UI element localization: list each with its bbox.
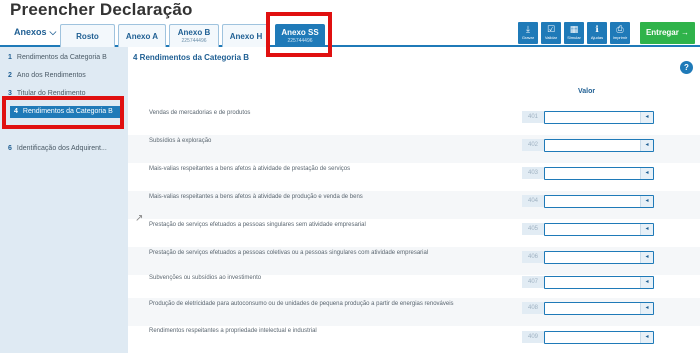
row-code: 403	[522, 167, 544, 179]
value-input[interactable]: ◂	[544, 195, 654, 208]
sidebar-item-rendimentos-b[interactable]: 1 Rendimentos da Categoria B	[8, 54, 126, 61]
calculator-icon: ▦	[569, 24, 579, 34]
sidebar-item-number: 2	[8, 72, 12, 79]
tab-nif: 225744496	[287, 38, 313, 44]
row-code: 407	[522, 276, 544, 288]
print-icon: ⎙	[616, 24, 624, 34]
button-label: Simular	[567, 35, 581, 40]
value-input[interactable]: ◂	[544, 223, 654, 236]
value-input[interactable]: ◂	[544, 251, 654, 264]
value-spinner-icon[interactable]: ◂	[640, 277, 653, 288]
ajudas-button[interactable]: ℹ Ajudas	[587, 22, 607, 44]
entregar-button[interactable]: Entregar →	[640, 22, 695, 44]
sidebar-item-label: Titular do Rendimento	[16, 90, 86, 97]
tab-label: Rosto	[76, 32, 99, 41]
table-row: Vendas de mercadorias e de produtos 401 …	[128, 107, 700, 135]
table-row: Mais-valias respeitantes a bens afetos à…	[128, 163, 700, 191]
sidebar-item-titular[interactable]: 3 Titular do Rendimento	[8, 90, 126, 97]
tab-bar: Anexos ⌵ Rosto Anexo A Anexo B 225744496 …	[0, 19, 700, 47]
row-label: Prestação de serviços efetuados a pessoa…	[149, 222, 366, 228]
value-input[interactable]: ◂	[544, 167, 654, 180]
sidebar-item-label: Rendimentos da Categoria B	[16, 54, 107, 61]
chevron-down-icon: ⌵	[49, 27, 57, 37]
check-icon: ☑	[546, 24, 556, 34]
sidebar-item-number: 1	[8, 54, 12, 61]
row-label: Produção de eletricidade para autoconsum…	[149, 301, 454, 307]
sidebar-item-number: 3	[8, 90, 12, 97]
tab-label: Anexo H	[229, 32, 263, 41]
button-label: Gravar	[521, 35, 535, 40]
row-label: Prestação de serviços efetuados a pessoa…	[149, 250, 429, 256]
value-spinner-icon[interactable]: ◂	[640, 332, 653, 343]
table-row: Subsídios à exploração 402 ◂	[128, 135, 700, 163]
tab-anexo-b[interactable]: Anexo B 225744496	[169, 24, 219, 47]
sidebar-item-ano[interactable]: 2 Ano dos Rendimentos	[8, 72, 126, 79]
help-icon[interactable]: ?	[680, 61, 693, 74]
row-code: 408	[522, 302, 544, 314]
imprimir-button[interactable]: ⎙ Imprimir	[610, 22, 630, 44]
row-label: Subsídios à exploração	[149, 138, 212, 144]
row-label: Rendimentos respeitantes a propriedade i…	[149, 328, 317, 334]
value-input[interactable]: ◂	[544, 331, 654, 344]
tab-rosto[interactable]: Rosto	[60, 24, 115, 47]
sidebar-item-rendimentos-b-active[interactable]: 4 Rendimentos da Categoria B	[10, 106, 122, 118]
anexos-label: Anexos	[14, 27, 47, 37]
tab-label: Anexo A	[125, 32, 159, 41]
row-code: 405	[522, 223, 544, 235]
table-row: Prestação de serviços efetuados a pessoa…	[128, 219, 700, 247]
sidebar-item-label: Rendimentos da Categoria B	[22, 108, 113, 115]
download-icon: ⤓	[526, 24, 530, 34]
row-code: 402	[522, 139, 544, 151]
value-input[interactable]: ◂	[544, 302, 654, 315]
page-title: Preencher Declaração	[10, 0, 193, 19]
value-spinner-icon[interactable]: ◂	[640, 112, 653, 123]
mouse-cursor-icon: ↗	[135, 213, 144, 224]
row-label: Mais-valias respeitantes a bens afetos à…	[149, 194, 363, 200]
tab-anexo-h[interactable]: Anexo H	[222, 24, 270, 47]
info-icon: ℹ	[595, 24, 599, 34]
table-row: Rendimentos respeitantes a propriedade i…	[128, 325, 700, 353]
table-row: Prestação de serviços efetuados a pessoa…	[128, 247, 700, 275]
value-spinner-icon[interactable]: ◂	[640, 303, 653, 314]
button-label: Validar	[544, 35, 558, 40]
sidebar-item-label: Ano dos Rendimentos	[16, 72, 86, 79]
sidebar-item-adquirentes[interactable]: 6 Identificação dos Adquirent...	[8, 145, 126, 152]
sidebar-item-label: Identificação dos Adquirent...	[16, 145, 107, 152]
sidebar-item-number: 4	[14, 108, 18, 115]
tab-anexo-a[interactable]: Anexo A	[118, 24, 166, 47]
sidebar: 1 Rendimentos da Categoria B 2 Ano dos Ren…	[0, 47, 128, 353]
row-label: Vendas de mercadorias e de produtos	[149, 110, 251, 116]
column-header-valor: Valor	[578, 88, 596, 95]
row-code: 406	[522, 251, 544, 263]
row-code: 409	[522, 331, 544, 343]
value-input[interactable]: ◂	[544, 111, 654, 124]
button-label: Imprimir	[612, 35, 628, 40]
tab-anexo-ss[interactable]: Anexo SS 225744496	[275, 24, 325, 47]
value-spinner-icon[interactable]: ◂	[640, 196, 653, 207]
tab-label: Anexo SS	[281, 28, 319, 37]
value-spinner-icon[interactable]: ◂	[640, 168, 653, 179]
table-row: Subvenções ou subsídios ao investimento …	[128, 272, 700, 300]
sidebar-item-number: 6	[8, 145, 12, 152]
validar-button[interactable]: ☑ Validar	[541, 22, 561, 44]
row-label: Subvenções ou subsídios ao investimento	[149, 275, 262, 281]
value-spinner-icon[interactable]: ◂	[640, 252, 653, 263]
gravar-button[interactable]: ⤓ Gravar	[518, 22, 538, 44]
table-row: Mais-valias respeitantes a bens afetos à…	[128, 191, 700, 219]
value-spinner-icon[interactable]: ◂	[640, 224, 653, 235]
row-code: 401	[522, 111, 544, 123]
row-label: Mais-valias respeitantes a bens afetos à…	[149, 166, 351, 172]
tab-label: Anexo B	[177, 28, 211, 37]
value-input[interactable]: ◂	[544, 139, 654, 152]
anexos-dropdown[interactable]: Anexos ⌵	[14, 27, 56, 38]
section-title: 4 Rendimentos da Categoria B	[133, 53, 250, 62]
row-code: 404	[522, 195, 544, 207]
value-spinner-icon[interactable]: ◂	[640, 140, 653, 151]
tab-nif: 225744496	[181, 38, 207, 44]
table-row: Produção de eletricidade para autoconsum…	[128, 298, 700, 326]
simular-button[interactable]: ▦ Simular	[564, 22, 584, 44]
value-input[interactable]: ◂	[544, 276, 654, 289]
button-label: Ajudas	[590, 35, 604, 40]
